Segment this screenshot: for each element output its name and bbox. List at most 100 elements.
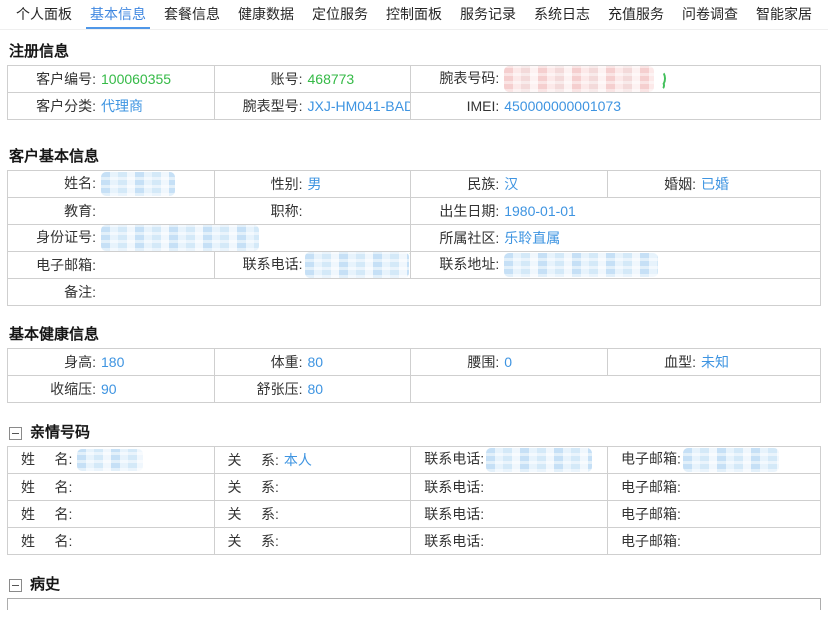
field-label: 婚姻: bbox=[608, 174, 696, 194]
field-label: 身高: bbox=[8, 352, 96, 372]
field-job-title: 职称: bbox=[214, 198, 411, 225]
field-height: 身高:180 bbox=[8, 349, 215, 376]
registration-table: 客户编号:100060355 账号:468773 腕表号码: 客户分类:代理商 … bbox=[7, 65, 821, 120]
field-value: 100060355 bbox=[101, 71, 171, 87]
tab-package-info[interactable]: 套餐信息 bbox=[160, 0, 224, 29]
field-value: 80 bbox=[308, 354, 324, 370]
field-diastolic: 舒张压:80 bbox=[214, 376, 411, 403]
redacted-blur bbox=[101, 172, 175, 196]
field-label: 联系电话: bbox=[424, 506, 484, 522]
redacted-blur bbox=[683, 448, 779, 472]
basic-info-page: 注册信息 客户编号:100060355 账号:468773 腕表号码: 客户分类… bbox=[0, 42, 828, 610]
field-label: IMEI: bbox=[411, 98, 499, 114]
table-row: 教育: 职称: 出生日期:1980-01-01 bbox=[8, 198, 821, 225]
tab-location-service[interactable]: 定位服务 bbox=[308, 0, 372, 29]
field-label: 关 系: bbox=[228, 479, 279, 495]
empty-cell bbox=[411, 376, 821, 403]
field-phone: 联系电话: bbox=[214, 252, 411, 279]
field-label: 姓 名: bbox=[21, 506, 72, 522]
field-label: 出生日期: bbox=[411, 201, 499, 221]
field-account: 账号:468773 bbox=[214, 66, 411, 93]
field-family-name: 姓 名: bbox=[8, 474, 215, 501]
field-value: 80 bbox=[308, 381, 324, 397]
field-label: 性别: bbox=[215, 174, 303, 194]
tab-bar: 个人面板 基本信息 套餐信息 健康数据 定位服务 控制面板 服务记录 系统日志 … bbox=[0, 0, 828, 30]
field-label: 联系地址: bbox=[411, 254, 499, 274]
tab-smart-home[interactable]: 智能家居 bbox=[752, 0, 816, 29]
field-customer-type: 客户分类:代理商 bbox=[8, 93, 215, 120]
field-value: 已婚 bbox=[701, 176, 729, 192]
section-title-basic-health: 基本健康信息 bbox=[7, 325, 821, 345]
field-weight: 体重: 80 bbox=[214, 349, 411, 376]
tab-control-panel[interactable]: 控制面板 bbox=[382, 0, 446, 29]
section-title-medical-history: 病史 bbox=[7, 575, 821, 595]
field-label: 收缩压: bbox=[8, 379, 96, 399]
field-family-name: 姓 名: bbox=[8, 447, 215, 474]
basic-health-table: 身高:180 体重:80 腰围:0 血型:未知 收缩压:90 舒张压:80 bbox=[7, 348, 821, 403]
collapse-icon[interactable] bbox=[9, 579, 22, 592]
table-row: 备注: bbox=[8, 279, 821, 306]
field-name: 姓名: bbox=[8, 171, 215, 198]
family-numbers-table: 姓 名: 关 系: 本人 联系电话: 电子邮箱: 姓 名: 关 系: 联系电话: … bbox=[7, 446, 821, 555]
tab-health-data[interactable]: 健康数据 bbox=[234, 0, 298, 29]
tab-basic-info[interactable]: 基本信息 bbox=[86, 0, 150, 29]
field-label: 教育: bbox=[8, 201, 96, 221]
field-watch-model: 腕表型号:JXJ-HM041-BAD bbox=[214, 93, 411, 120]
field-family-phone: 联系电话: bbox=[411, 501, 608, 528]
collapse-icon[interactable] bbox=[9, 427, 22, 440]
field-label: 腕表号码: bbox=[411, 68, 499, 88]
field-ethnicity: 民族:汉 bbox=[411, 171, 608, 198]
field-label: 腰围: bbox=[411, 352, 499, 372]
field-label: 姓 名: bbox=[21, 479, 72, 495]
field-label: 姓名: bbox=[8, 173, 96, 193]
field-label: 血型: bbox=[608, 352, 696, 372]
field-family-relation: 关 系: bbox=[214, 501, 411, 528]
field-family-name: 姓 名: bbox=[8, 501, 215, 528]
table-row: 姓 名: 关 系: 联系电话: 电子邮箱: bbox=[8, 528, 821, 555]
field-label: 联系电话: bbox=[424, 479, 484, 495]
field-label: 备注: bbox=[8, 282, 96, 302]
field-education: 教育: bbox=[8, 198, 215, 225]
field-family-relation: 关 系: bbox=[214, 528, 411, 555]
field-label: 电子邮箱: bbox=[621, 506, 681, 522]
field-family-email: 电子邮箱: bbox=[607, 447, 820, 474]
tab-personal-panel[interactable]: 个人面板 bbox=[12, 0, 76, 29]
field-label: 账号: bbox=[215, 69, 303, 89]
field-imei: IMEI: 450000000001073 bbox=[411, 93, 821, 120]
section-title-basic-info: 客户基本信息 bbox=[7, 147, 821, 167]
field-value: 450000000001073 bbox=[504, 98, 621, 114]
field-label: 联系电话: bbox=[424, 533, 484, 549]
table-row: 电子邮箱: 联系电话: 联系地址: bbox=[8, 252, 821, 279]
table-row: 身高:180 体重:80 腰围:0 血型:未知 bbox=[8, 349, 821, 376]
field-label: 电子邮箱: bbox=[621, 533, 681, 549]
table-row: 收缩压: 90 舒张压:80 bbox=[8, 376, 821, 403]
field-label: 关 系: bbox=[228, 506, 279, 522]
section-title-text: 病史 bbox=[30, 575, 60, 595]
field-family-email: 电子邮箱: bbox=[607, 528, 820, 555]
field-family-email: 电子邮箱: bbox=[607, 474, 820, 501]
field-watch-number: 腕表号码: bbox=[411, 66, 821, 93]
field-label: 电子邮箱: bbox=[8, 255, 96, 275]
section-title-family-numbers: 亲情号码 bbox=[7, 423, 821, 443]
field-family-email: 电子邮箱: bbox=[607, 501, 820, 528]
field-value: 汉 bbox=[504, 176, 518, 192]
redacted-blur bbox=[504, 253, 658, 277]
field-value: 未知 bbox=[701, 354, 729, 370]
field-value: 90 bbox=[101, 381, 117, 397]
redacted-blur bbox=[486, 448, 592, 472]
field-label: 体重: bbox=[215, 352, 303, 372]
field-value: 乐聆直属 bbox=[504, 230, 560, 246]
tab-service-records[interactable]: 服务记录 bbox=[456, 0, 520, 29]
table-row: 姓名: 性别:男 民族:汉 婚姻:已婚 bbox=[8, 171, 821, 198]
tab-recharge-service[interactable]: 充值服务 bbox=[604, 0, 668, 29]
field-label: 所属社区: bbox=[411, 228, 499, 248]
field-label: 电子邮箱: bbox=[621, 451, 681, 467]
field-value: 代理商 bbox=[101, 98, 143, 114]
tab-system-log[interactable]: 系统日志 bbox=[530, 0, 594, 29]
field-value: 本人 bbox=[284, 452, 312, 468]
field-marital-status: 婚姻: 已婚 bbox=[607, 171, 820, 198]
redacted-blur bbox=[77, 449, 143, 471]
tab-questionnaire[interactable]: 问卷调查 bbox=[678, 0, 742, 29]
redacted-blur bbox=[101, 225, 259, 251]
table-row: 客户编号:100060355 账号:468773 腕表号码: bbox=[8, 66, 821, 93]
